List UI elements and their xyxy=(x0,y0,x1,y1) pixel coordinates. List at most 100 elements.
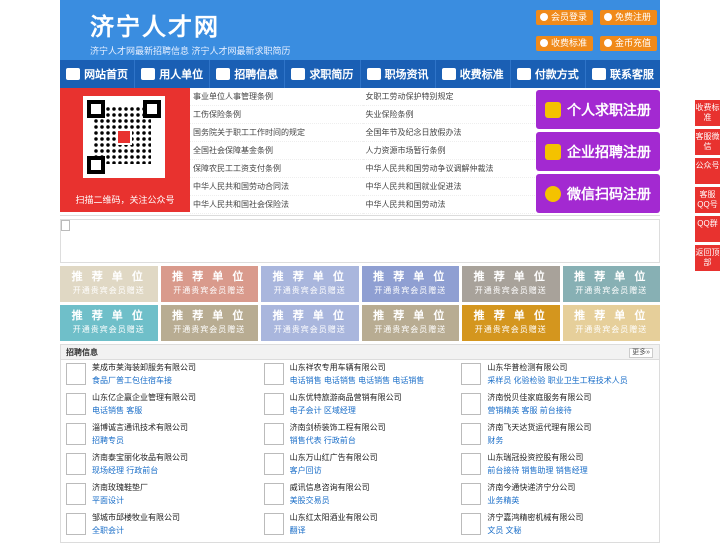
position-links[interactable]: 财务 xyxy=(487,435,503,446)
company-link[interactable]: 邹城市邱楼牧业有限公司 xyxy=(92,512,180,523)
side-back-to-top-button[interactable]: 返回顶部 xyxy=(695,245,720,271)
position-links[interactable]: 采样员 化验检验 职业卫生工程技术人员 xyxy=(487,375,627,386)
law-link[interactable]: 保障农民工工资支付条例 xyxy=(190,160,363,178)
side-qq-group-button[interactable]: QQ群 xyxy=(695,216,720,242)
company-link[interactable]: 济南泰宝丽化妆品有限公司 xyxy=(92,452,188,463)
company-logo[interactable] xyxy=(66,513,86,535)
law-link[interactable]: 中华人民共和国社会保险法 xyxy=(190,196,363,214)
law-link[interactable]: 事业单位人事管理条例 xyxy=(190,88,363,106)
position-links[interactable]: 翻译 xyxy=(290,525,306,536)
company-logo[interactable] xyxy=(263,513,284,535)
company-logo[interactable] xyxy=(461,363,482,385)
banner-image[interactable] xyxy=(60,219,660,263)
nav-employers[interactable]: 用人单位 xyxy=(135,60,211,88)
position-links[interactable]: 营销精英 客服 前台接待 xyxy=(487,405,571,416)
company-logo[interactable] xyxy=(263,363,284,385)
company-logo[interactable] xyxy=(263,423,284,445)
company-link[interactable]: 山东红太阳酒业有限公司 xyxy=(290,512,378,523)
company-logo[interactable] xyxy=(263,453,284,475)
company-link[interactable]: 山东万山红广告有限公司 xyxy=(290,452,378,463)
company-logo[interactable] xyxy=(461,453,482,475)
position-links[interactable]: 业务精英 xyxy=(487,495,519,506)
company-link[interactable]: 莱成市莱海装卸服务有限公司 xyxy=(92,362,196,373)
company-logo[interactable] xyxy=(461,513,482,535)
recommended-employer-tile[interactable]: 推 荐 单 位开通贵宾会员赠送 xyxy=(562,266,660,302)
company-link[interactable]: 山东华普检测有限公司 xyxy=(487,362,567,373)
law-link[interactable]: 全国社会保障基金条例 xyxy=(190,142,363,160)
recommended-employer-tile[interactable]: 推 荐 单 位开通贵宾会员赠送 xyxy=(160,305,258,341)
position-links[interactable]: 前台接待 销售助理 销售经理 xyxy=(487,465,587,476)
recommended-employer-tile[interactable]: 推 荐 单 位开通贵宾会员赠送 xyxy=(261,266,359,302)
recharge-button[interactable]: 金币充值 xyxy=(600,36,658,51)
law-link[interactable]: 全国年节及纪念日放假办法 xyxy=(362,124,535,142)
recommended-employer-tile[interactable]: 推 荐 单 位开通贵宾会员赠送 xyxy=(361,266,459,302)
register-button[interactable]: 免费注册 xyxy=(600,10,658,25)
company-logo[interactable] xyxy=(461,393,482,415)
recommended-employer-tile[interactable]: 推 荐 单 位开通贵宾会员赠送 xyxy=(261,305,359,341)
position-links[interactable]: 客户回访 xyxy=(290,465,322,476)
position-links[interactable]: 招聘专员 xyxy=(92,435,124,446)
recommended-employer-tile[interactable]: 推 荐 单 位开通贵宾会员赠送 xyxy=(462,305,560,341)
side-qq-button[interactable]: 客服QQ号 xyxy=(695,187,720,213)
company-link[interactable]: 济南今通快递济宁分公司 xyxy=(487,482,575,493)
recommended-employer-tile[interactable]: 推 荐 单 位开通贵宾会员赠送 xyxy=(160,266,258,302)
nav-resumes[interactable]: 求职简历 xyxy=(285,60,361,88)
side-pricing-button[interactable]: 收费标准 xyxy=(695,100,720,126)
company-link[interactable]: 山东祥农专用车辆有限公司 xyxy=(290,362,386,373)
position-links[interactable]: 美股交易员 xyxy=(290,495,330,506)
company-link[interactable]: 济南剑桥装饰工程有限公司 xyxy=(290,422,386,433)
law-link[interactable]: 失业保险条例 xyxy=(362,106,535,124)
recommended-employer-tile[interactable]: 推 荐 单 位开通贵宾会员赠送 xyxy=(462,266,560,302)
position-links[interactable]: 电话销售 电话销售 电话销售 电话销售 xyxy=(290,375,425,386)
company-link[interactable]: 济南悦贝佳家庭服务有限公司 xyxy=(487,392,591,403)
law-link[interactable]: 中华人民共和国劳动争议调解仲裁法 xyxy=(362,160,535,178)
company-link[interactable]: 山东优特旅游商品营销有限公司 xyxy=(290,392,402,403)
company-link[interactable]: 济宁嘉鸿精密机械有限公司 xyxy=(487,512,583,523)
pricing-button[interactable]: 收费标准 xyxy=(536,36,594,51)
position-links[interactable]: 销售代表 行政前台 xyxy=(290,435,356,446)
position-links[interactable]: 全职会计 xyxy=(92,525,124,536)
personal-register-button[interactable]: 个人求职注册 xyxy=(536,90,660,129)
company-logo[interactable] xyxy=(66,453,86,475)
company-logo[interactable] xyxy=(66,423,86,445)
nav-support[interactable]: 联系客服 xyxy=(586,60,660,88)
law-link[interactable]: 中华人民共和国劳动合同法 xyxy=(190,178,363,196)
wechat-register-button[interactable]: 微信扫码注册 xyxy=(536,174,660,213)
company-logo[interactable] xyxy=(66,393,86,415)
nav-news[interactable]: 职场资讯 xyxy=(361,60,436,88)
company-link[interactable]: 淄博诚言通讯技术有限公司 xyxy=(92,422,188,433)
nav-payment[interactable]: 付款方式 xyxy=(511,60,586,88)
company-logo[interactable] xyxy=(263,393,284,415)
position-links[interactable]: 文员 文秘 xyxy=(487,525,521,536)
position-links[interactable]: 电子会计 区域经理 xyxy=(290,405,356,416)
recommended-employer-tile[interactable]: 推 荐 单 位开通贵宾会员赠送 xyxy=(60,266,158,302)
law-link[interactable]: 女职工劳动保护特别规定 xyxy=(362,88,535,106)
nav-jobs[interactable]: 招聘信息 xyxy=(210,60,286,88)
law-link[interactable]: 中华人民共和国劳动法 xyxy=(362,196,535,214)
position-links[interactable]: 电话销售 客服 xyxy=(92,405,142,416)
company-link[interactable]: 山东亿企赢企业管理有限公司 xyxy=(92,392,196,403)
law-link[interactable]: 人力资源市场暂行条例 xyxy=(362,142,535,160)
recommended-employer-tile[interactable]: 推 荐 单 位开通贵宾会员赠送 xyxy=(562,305,660,341)
position-links[interactable]: 平面设计 xyxy=(92,495,124,506)
law-link[interactable]: 中华人民共和国就业促进法 xyxy=(362,178,535,196)
company-logo[interactable] xyxy=(263,483,284,505)
more-link[interactable]: 更多» xyxy=(629,348,653,358)
nav-home[interactable]: 网站首页 xyxy=(60,60,136,88)
recommended-employer-tile[interactable]: 推 荐 单 位开通贵宾会员赠送 xyxy=(361,305,459,341)
law-link[interactable]: 国务院关于职工工作时间的规定 xyxy=(190,124,363,142)
company-logo[interactable] xyxy=(66,363,86,385)
company-link[interactable]: 山东瑞冠投资控股有限公司 xyxy=(487,452,583,463)
company-logo[interactable] xyxy=(66,483,86,505)
company-logo[interactable] xyxy=(461,483,482,505)
company-logo[interactable] xyxy=(461,423,482,445)
side-wechat-button[interactable]: 客服微信 xyxy=(695,129,720,155)
side-official-account-button[interactable]: 公众号 xyxy=(695,158,720,184)
company-link[interactable]: 济南飞天达货运代理有限公司 xyxy=(487,422,591,433)
company-register-button[interactable]: 企业招聘注册 xyxy=(536,132,660,171)
site-logo[interactable]: 济宁人才网 xyxy=(90,7,220,42)
position-links[interactable]: 食品厂普工包住宿车接 xyxy=(92,375,172,386)
company-link[interactable]: 济南玫瑰鞋垫厂 xyxy=(92,482,148,493)
recommended-employer-tile[interactable]: 推 荐 单 位开通贵宾会员赠送 xyxy=(60,305,158,341)
position-links[interactable]: 现场经理 行政前台 xyxy=(92,465,158,476)
